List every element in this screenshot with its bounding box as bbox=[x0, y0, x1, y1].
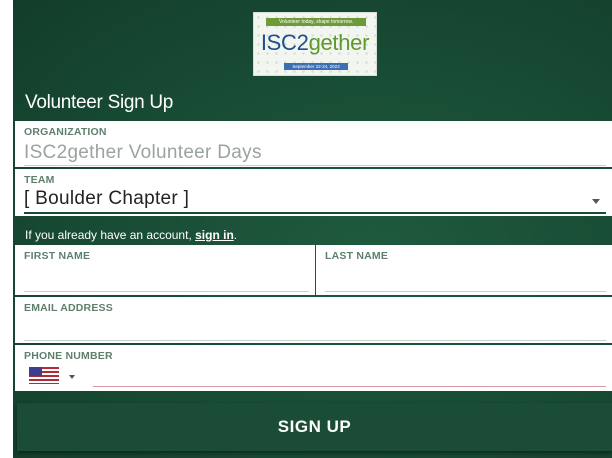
signin-prompt-suffix: . bbox=[233, 228, 238, 242]
signup-button[interactable]: SIGN UP bbox=[17, 403, 612, 451]
email-field[interactable]: EMAIL ADDRESS bbox=[15, 297, 612, 343]
organization-label: ORGANIZATION bbox=[24, 126, 107, 138]
logo-wordmark-gether: gether bbox=[308, 30, 370, 55]
logo-wordmark-isc2: ISC2 bbox=[260, 30, 309, 55]
team-label: TEAM bbox=[24, 174, 55, 186]
team-value[interactable]: [ Boulder Chapter ] bbox=[24, 188, 189, 210]
logo-dates: September 22-24, 2023 bbox=[284, 63, 348, 70]
organization-field: ORGANIZATION ISC2gether Volunteer Days bbox=[15, 121, 612, 167]
flag-canton bbox=[29, 367, 42, 376]
first-name-label: FIRST NAME bbox=[24, 250, 91, 262]
app-window: Volunteer today, shape tomorrow. ISC2get… bbox=[0, 0, 612, 458]
last-name-underline bbox=[325, 291, 606, 292]
last-name-label: LAST NAME bbox=[325, 250, 389, 262]
signin-link[interactable]: sign in bbox=[195, 228, 234, 242]
email-underline bbox=[24, 340, 606, 341]
first-name-underline bbox=[24, 291, 309, 292]
phone-underline bbox=[93, 386, 606, 387]
chevron-down-icon[interactable] bbox=[592, 199, 600, 204]
logo-wordmark: ISC2gether bbox=[254, 29, 376, 57]
signin-prompt: If you already have an account, sign in. bbox=[25, 228, 237, 242]
country-chevron-down-icon[interactable] bbox=[69, 375, 75, 379]
phone-label: PHONE NUMBER bbox=[24, 350, 113, 362]
phone-field[interactable]: PHONE NUMBER bbox=[15, 345, 612, 391]
organization-value: ISC2gether Volunteer Days bbox=[24, 142, 262, 163]
logo-tagline: Volunteer today, shape tomorrow. bbox=[266, 18, 366, 26]
email-label: EMAIL ADDRESS bbox=[24, 302, 113, 314]
page-title: Volunteer Sign Up bbox=[25, 92, 174, 113]
event-logo: Volunteer today, shape tomorrow. ISC2get… bbox=[253, 12, 377, 76]
team-underline bbox=[24, 212, 606, 214]
last-name-field[interactable]: LAST NAME bbox=[316, 245, 612, 295]
first-name-field[interactable]: FIRST NAME bbox=[15, 245, 315, 295]
organization-underline bbox=[24, 165, 606, 166]
team-select[interactable]: TEAM [ Boulder Chapter ] bbox=[15, 169, 612, 216]
us-flag-icon[interactable] bbox=[29, 367, 59, 384]
signin-prompt-text: If you already have an account, bbox=[25, 228, 196, 242]
